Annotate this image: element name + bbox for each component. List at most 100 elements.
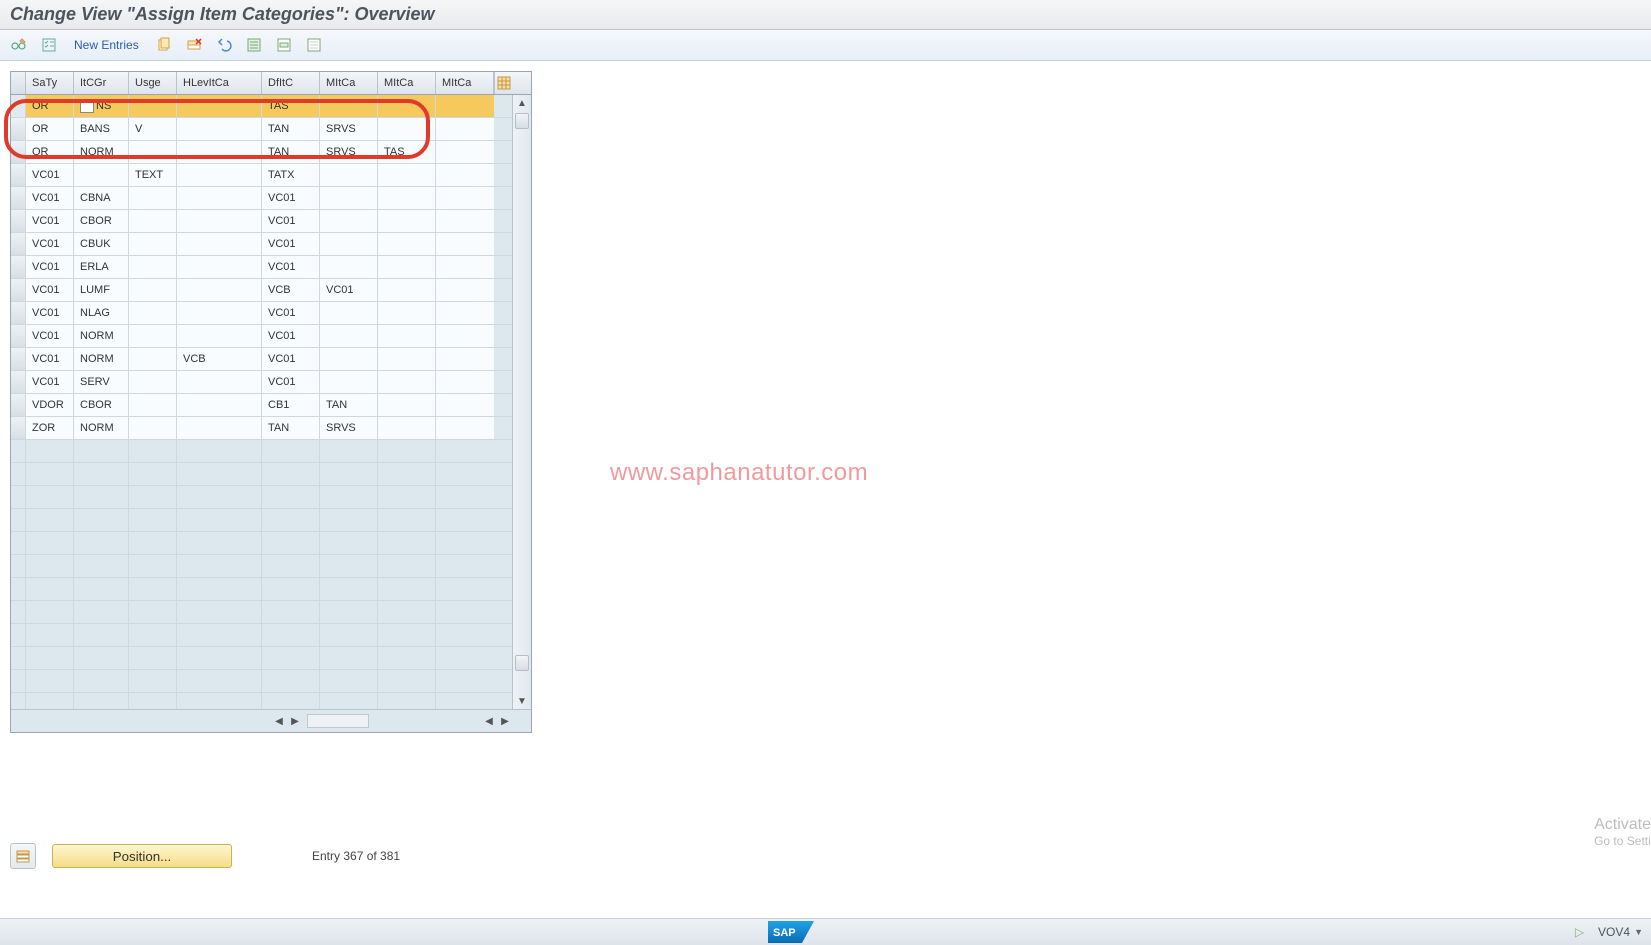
cell-empty[interactable] bbox=[378, 509, 436, 531]
row-selector[interactable] bbox=[11, 463, 26, 485]
cell-empty[interactable] bbox=[436, 647, 494, 669]
hscroll-left-button[interactable]: ◀ bbox=[271, 713, 287, 729]
cell-saty[interactable]: VC01 bbox=[26, 348, 74, 370]
row-selector[interactable] bbox=[11, 578, 26, 600]
cell-mitca2[interactable] bbox=[378, 256, 436, 278]
cell-dfitc[interactable]: VC01 bbox=[262, 233, 320, 255]
cell-mitca2[interactable] bbox=[378, 325, 436, 347]
cell-mitca1[interactable]: SRVS bbox=[320, 417, 378, 439]
cell-saty[interactable]: OR bbox=[26, 95, 74, 117]
row-selector[interactable] bbox=[11, 302, 26, 324]
cell-empty[interactable] bbox=[74, 509, 129, 531]
cell-saty[interactable]: VC01 bbox=[26, 325, 74, 347]
hscroll-right-button[interactable]: ▶ bbox=[287, 713, 303, 729]
cell-itcgr[interactable] bbox=[74, 164, 129, 186]
cell-empty[interactable] bbox=[177, 601, 262, 623]
cell-empty[interactable] bbox=[74, 670, 129, 692]
cell-dfitc[interactable]: VC01 bbox=[262, 256, 320, 278]
cell-mitca3[interactable] bbox=[436, 325, 494, 347]
cell-dfitc[interactable]: VC01 bbox=[262, 325, 320, 347]
cell-hlevitca[interactable] bbox=[177, 371, 262, 393]
cell-usge[interactable] bbox=[129, 302, 177, 324]
cell-empty[interactable] bbox=[74, 486, 129, 508]
row-selector[interactable] bbox=[11, 325, 26, 347]
cell-empty[interactable] bbox=[177, 555, 262, 577]
cell-empty[interactable] bbox=[177, 647, 262, 669]
cell-dfitc[interactable]: VC01 bbox=[262, 371, 320, 393]
cell-empty[interactable] bbox=[129, 555, 177, 577]
cell-mitca1[interactable]: SRVS bbox=[320, 141, 378, 163]
cell-empty[interactable] bbox=[320, 532, 378, 554]
cell-empty[interactable] bbox=[262, 693, 320, 709]
row-selector[interactable] bbox=[11, 141, 26, 163]
cell-empty[interactable] bbox=[74, 693, 129, 709]
cell-hlevitca[interactable] bbox=[177, 417, 262, 439]
hscroll-left2-button[interactable]: ◀ bbox=[481, 713, 497, 729]
position-lead-button[interactable] bbox=[10, 843, 36, 869]
cell-empty[interactable] bbox=[320, 578, 378, 600]
cell-empty[interactable] bbox=[262, 624, 320, 646]
cell-empty[interactable] bbox=[26, 624, 74, 646]
cell-saty[interactable]: VC01 bbox=[26, 210, 74, 232]
cell-usge[interactable]: V bbox=[129, 118, 177, 140]
cell-itcgr[interactable]: NORM bbox=[74, 417, 129, 439]
cell-empty[interactable] bbox=[262, 555, 320, 577]
select-all-button[interactable] bbox=[243, 35, 265, 55]
cell-dfitc[interactable]: TAN bbox=[262, 141, 320, 163]
cell-mitca2[interactable] bbox=[378, 348, 436, 370]
cell-empty[interactable] bbox=[262, 647, 320, 669]
cell-empty[interactable] bbox=[129, 601, 177, 623]
cell-dfitc[interactable]: VC01 bbox=[262, 348, 320, 370]
new-entries-button[interactable]: New Entries bbox=[68, 36, 145, 54]
row-selector[interactable] bbox=[11, 601, 26, 623]
cell-mitca3[interactable] bbox=[436, 233, 494, 255]
row-selector[interactable] bbox=[11, 440, 26, 462]
cell-usge[interactable] bbox=[129, 325, 177, 347]
row-selector[interactable] bbox=[11, 164, 26, 186]
row-selector[interactable] bbox=[11, 417, 26, 439]
cell-mitca3[interactable] bbox=[436, 348, 494, 370]
cell-empty[interactable] bbox=[177, 463, 262, 485]
cell-empty[interactable] bbox=[26, 670, 74, 692]
cell-empty[interactable] bbox=[262, 670, 320, 692]
cell-itcgr[interactable]: BANS bbox=[74, 118, 129, 140]
cell-empty[interactable] bbox=[436, 440, 494, 462]
copy-as-button[interactable] bbox=[153, 35, 175, 55]
cell-empty[interactable] bbox=[378, 440, 436, 462]
cell-usge[interactable] bbox=[129, 371, 177, 393]
cell-dfitc[interactable]: TAN bbox=[262, 417, 320, 439]
row-selector[interactable] bbox=[11, 394, 26, 416]
cell-empty[interactable] bbox=[320, 693, 378, 709]
row-selector[interactable] bbox=[11, 187, 26, 209]
row-selector[interactable] bbox=[11, 670, 26, 692]
cell-saty[interactable]: VC01 bbox=[26, 233, 74, 255]
cell-mitca3[interactable] bbox=[436, 279, 494, 301]
cell-empty[interactable] bbox=[26, 578, 74, 600]
cell-empty[interactable] bbox=[129, 463, 177, 485]
cell-usge[interactable] bbox=[129, 279, 177, 301]
cell-mitca2[interactable] bbox=[378, 279, 436, 301]
cell-saty[interactable]: VDOR bbox=[26, 394, 74, 416]
cell-saty[interactable]: OR bbox=[26, 118, 74, 140]
undo-button[interactable] bbox=[213, 35, 235, 55]
cell-mitca2[interactable] bbox=[378, 164, 436, 186]
scroll-down-button[interactable]: ▼ bbox=[513, 693, 531, 709]
cell-dfitc[interactable]: VC01 bbox=[262, 302, 320, 324]
cell-empty[interactable] bbox=[262, 601, 320, 623]
col-header-saty[interactable]: SaTy bbox=[26, 72, 74, 94]
cell-mitca3[interactable] bbox=[436, 141, 494, 163]
row-selector[interactable] bbox=[11, 624, 26, 646]
cell-empty[interactable] bbox=[262, 463, 320, 485]
cell-empty[interactable] bbox=[378, 601, 436, 623]
cell-mitca3[interactable] bbox=[436, 164, 494, 186]
cell-empty[interactable] bbox=[378, 647, 436, 669]
delete-button[interactable] bbox=[183, 35, 205, 55]
cell-empty[interactable] bbox=[320, 486, 378, 508]
cell-empty[interactable] bbox=[129, 693, 177, 709]
cell-empty[interactable] bbox=[26, 463, 74, 485]
cell-dfitc[interactable]: VCB bbox=[262, 279, 320, 301]
cell-hlevitca[interactable] bbox=[177, 233, 262, 255]
cell-hlevitca[interactable] bbox=[177, 118, 262, 140]
position-button[interactable]: Position... bbox=[52, 844, 232, 868]
cell-hlevitca[interactable] bbox=[177, 141, 262, 163]
